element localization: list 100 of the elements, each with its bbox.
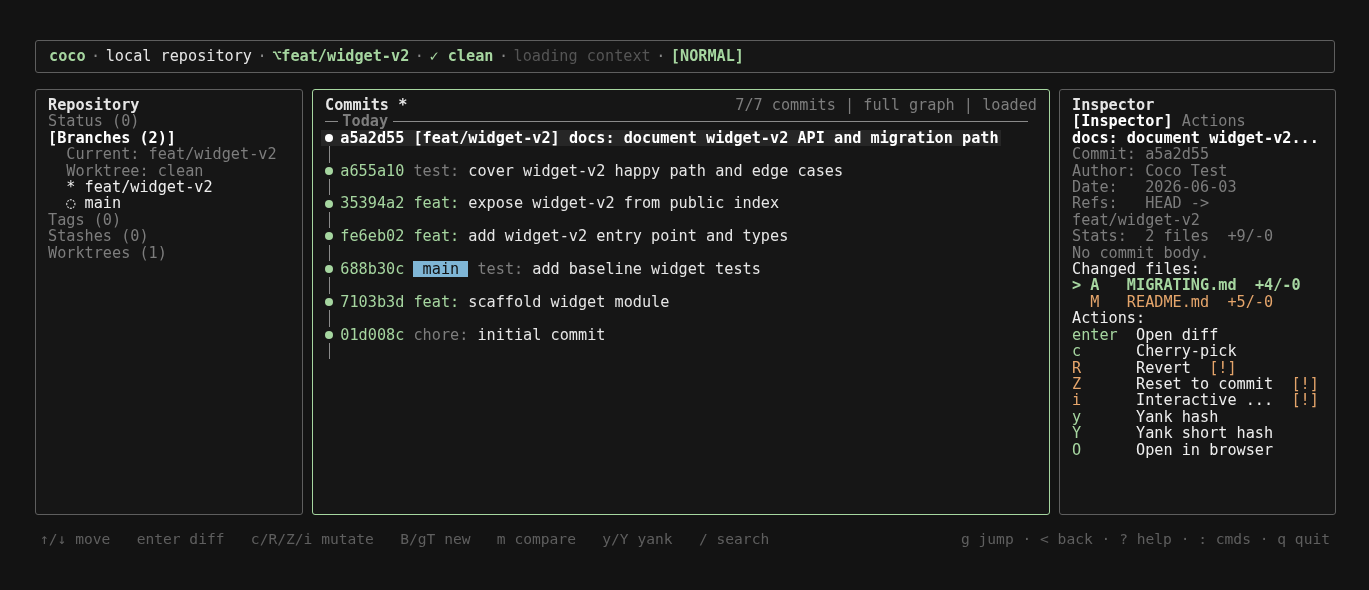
commit-type: chore:: [413, 326, 469, 343]
commit-row[interactable]: 35394a2 feat: expose widget-v2 from public index: [321, 195, 782, 212]
action-item[interactable]: Yank short hash: [1136, 425, 1274, 442]
commit-type: feat:: [413, 195, 460, 212]
graph-node: [325, 166, 333, 175]
section-heading: Actions:: [1072, 310, 1147, 327]
commit-type: feat:: [413, 228, 460, 245]
shortcut-key: O: [1072, 441, 1136, 458]
key-hint: q quit: [1277, 531, 1330, 548]
action-item[interactable]: Yank hash: [1136, 408, 1219, 426]
section-heading: Changed files:: [1072, 261, 1200, 278]
sidebar-item[interactable]: Status (0): [48, 113, 290, 130]
key-hint: / search: [698, 531, 770, 548]
status-text: [NORMAL]: [670, 48, 744, 65]
commit-message: document widget-v2 API and migration path: [623, 129, 999, 147]
key-hint: c/R/Z/i mutate: [250, 531, 374, 548]
changed-file[interactable]: > A MIGRATING.md +4/-0: [1072, 277, 1323, 294]
key-hint: enter diff: [136, 531, 225, 548]
commit-type: test:: [413, 162, 460, 179]
status-text: ⌥feat/widget-v2: [272, 48, 410, 65]
key-hint: < back: [1040, 531, 1093, 548]
shortcut-key: enter: [1072, 326, 1136, 344]
graph-node: [325, 330, 333, 339]
shortcut-key: y: [1072, 408, 1136, 426]
separator: ·: [414, 48, 424, 65]
key-hint: ·: [1259, 531, 1269, 548]
key-hint: ·: [1101, 531, 1111, 548]
key-hint: : cmds: [1198, 531, 1251, 548]
branch-tag: main: [413, 261, 469, 278]
key-hint: ·: [1180, 531, 1190, 548]
commit-detail: Date: 2026-06-03: [1072, 179, 1238, 196]
tab[interactable]: [Inspector]: [1072, 113, 1173, 130]
commit-message: scaffold widget module: [468, 293, 670, 311]
status-text: local repository: [105, 48, 252, 65]
commit-detail: No commit body.: [1072, 244, 1211, 262]
shortcut-key: R: [1072, 359, 1136, 376]
shortcut-key: c: [1072, 343, 1136, 360]
key-hint: ↑/↓ move: [40, 531, 111, 548]
separator: ·: [498, 48, 509, 65]
sidebar-item[interactable]: Stashes (0): [48, 228, 290, 245]
commit-subject: docs: document widget-v2...: [1072, 129, 1320, 147]
commit-type: feat:: [413, 293, 460, 311]
action-item[interactable]: Open diff: [1136, 326, 1219, 344]
commit-row[interactable]: fe6eb02 feat: add widget-v2 entry point and types: [321, 228, 791, 245]
branch-info: Worktree: clean: [65, 162, 204, 180]
sidebar-item[interactable]: Worktrees (1): [48, 244, 290, 262]
graph-node: [325, 232, 333, 241]
commit-detail: Refs: HEAD ->: [1072, 195, 1211, 212]
commit-row[interactable]: a5a2d55 [feat/widget-v2] docs: document widget-v2 API and migration path: [321, 129, 1001, 147]
commit-type: docs:: [568, 129, 615, 147]
commit-count: 7/7 commits | full graph | loaded: [735, 97, 1037, 114]
branch-item[interactable]: ◌ main: [48, 195, 290, 212]
key-hint: ? help: [1119, 531, 1172, 548]
graph-node: [325, 298, 333, 306]
action-item[interactable]: Open in browser: [1136, 441, 1274, 458]
commit-row[interactable]: 01d008c chore: initial commit: [321, 326, 608, 343]
commit-row[interactable]: 7103b3d feat: scaffold widget module: [321, 293, 672, 311]
action-item[interactable]: Cherry-pick: [1136, 343, 1237, 360]
status-text: coco: [49, 48, 86, 65]
action-item[interactable]: Interactive ...: [1136, 392, 1274, 409]
shortcut-key: Y: [1072, 425, 1136, 442]
commit-row[interactable]: 688b30c main test: add baseline widget tests: [321, 261, 763, 278]
commit-type: test:: [477, 261, 524, 278]
commit-detail: Stats: 2 files +9/-0: [1072, 228, 1275, 245]
commit-message: add widget-v2 entry point and types: [468, 228, 789, 245]
commit-detail: Author: Coco Test: [1072, 162, 1229, 180]
status-text: loading context: [513, 48, 651, 65]
key-hint: y/Y yank: [602, 531, 673, 548]
changed-file[interactable]: M README.md +5/-0: [1072, 293, 1323, 311]
commit-hash: fe6eb02: [340, 228, 405, 245]
key-hint: m compare: [496, 531, 576, 548]
action-item[interactable]: Revert: [1136, 359, 1191, 376]
warning-mark: [!]: [1291, 375, 1319, 393]
panel-title: Commits *: [325, 97, 408, 114]
warning-mark: [!]: [1291, 392, 1319, 409]
action-item[interactable]: Reset to commit: [1136, 375, 1274, 393]
panel-title: Inspector: [1072, 97, 1155, 114]
graph-node: [325, 199, 333, 208]
commit-row[interactable]: a655a10 test: cover widget-v2 happy path and edge cases: [321, 162, 846, 179]
commit-hash: a655a10: [340, 162, 405, 179]
commit-hash: a5a2d55: [340, 129, 405, 147]
separator: ·: [91, 48, 101, 65]
commit-detail: feat/widget-v2: [1072, 211, 1200, 229]
panel-title: Repository: [48, 97, 141, 114]
shortcut-key: Z: [1072, 375, 1136, 393]
commit-message: expose widget-v2 from public index: [468, 195, 780, 212]
commit-message: initial commit: [477, 326, 606, 343]
key-hint: B/gT new: [400, 531, 471, 548]
sidebar-item[interactable]: Tags (0): [48, 211, 290, 229]
commit-detail: Commit: a5a2d55: [1072, 146, 1210, 163]
commit-message: cover widget-v2 happy path and edge cases: [468, 162, 844, 179]
status-text: ✓ clean: [429, 48, 494, 65]
sidebar-item[interactable]: [Branches (2)]: [48, 129, 290, 147]
graph-node: [325, 134, 333, 142]
commit-hash: 688b30c: [340, 261, 405, 278]
key-hint: ·: [1022, 531, 1032, 548]
tab[interactable]: Actions: [1181, 113, 1246, 130]
branch-info: Current: feat/widget-v2: [66, 146, 278, 163]
branch-item[interactable]: * feat/widget-v2: [48, 179, 290, 196]
warning-mark: [!]: [1209, 359, 1237, 376]
